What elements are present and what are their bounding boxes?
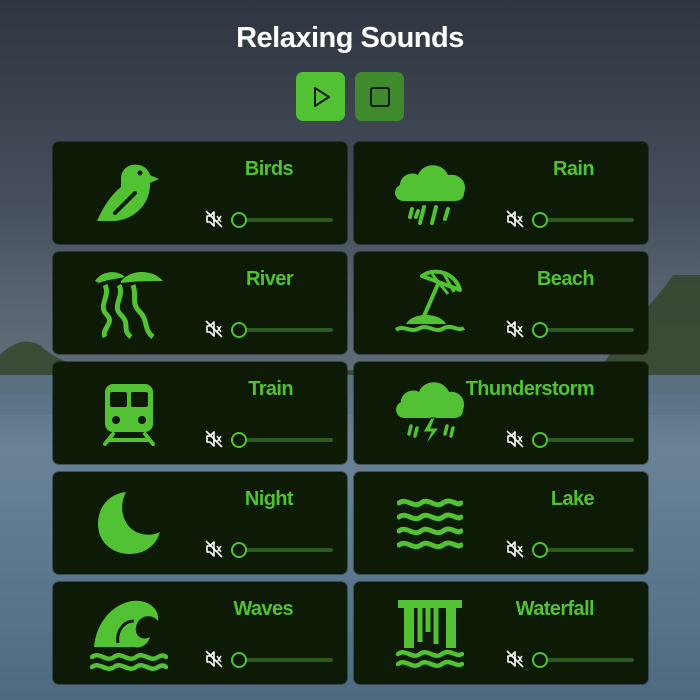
muted-speaker-icon[interactable] [205, 430, 223, 448]
volume-slider[interactable] [231, 322, 333, 338]
waterfall-icon [390, 596, 470, 670]
ocean-wave-icon [89, 596, 169, 671]
sound-card-thunderstorm[interactable]: Thunderstorm [354, 362, 648, 464]
sound-label: Train [248, 378, 293, 400]
volume-slider[interactable] [231, 432, 333, 448]
beach-umbrella-icon [390, 266, 470, 340]
muted-speaker-icon[interactable] [506, 320, 524, 338]
moon-icon [89, 486, 169, 560]
sound-grid: Birds Rain River Beach Train Thunderstor… [53, 142, 648, 684]
volume-slider-track [538, 218, 634, 222]
volume-slider-track [538, 328, 634, 332]
rain-cloud-icon [390, 156, 470, 230]
sound-card-train[interactable]: Train [53, 362, 347, 464]
page-title: Relaxing Sounds [236, 22, 464, 54]
volume-slider-track [538, 548, 634, 552]
lake-waves-icon [390, 486, 470, 560]
sound-card-rain[interactable]: Rain [354, 142, 648, 244]
volume-slider-track [237, 658, 333, 662]
thunderstorm-icon [390, 376, 470, 450]
volume-slider[interactable] [532, 432, 634, 448]
sound-card-lake[interactable]: Lake [354, 472, 648, 574]
muted-speaker-icon[interactable] [205, 320, 223, 338]
bird-icon [89, 156, 169, 230]
muted-speaker-icon[interactable] [205, 540, 223, 558]
sound-label: Waves [233, 598, 293, 620]
volume-slider-track [538, 658, 634, 662]
volume-slider-track [538, 438, 634, 442]
volume-slider[interactable] [231, 542, 333, 558]
muted-speaker-icon[interactable] [506, 650, 524, 668]
sound-card-beach[interactable]: Beach [354, 252, 648, 354]
sound-label: Waterfall [515, 598, 595, 620]
volume-slider-track [237, 438, 333, 442]
volume-slider[interactable] [532, 542, 634, 558]
volume-slider-track [237, 218, 333, 222]
volume-slider-thumb[interactable] [231, 652, 247, 668]
muted-speaker-icon[interactable] [506, 540, 524, 558]
sound-label: River [245, 268, 294, 290]
sound-label: Thunderstorm [465, 378, 595, 400]
sound-label: Night [244, 488, 294, 510]
volume-slider-track [237, 548, 333, 552]
volume-slider[interactable] [231, 652, 333, 668]
volume-slider-thumb[interactable] [231, 542, 247, 558]
muted-speaker-icon[interactable] [205, 650, 223, 668]
muted-speaker-icon[interactable] [506, 210, 524, 228]
sound-label: Birds [244, 158, 294, 180]
volume-slider-thumb[interactable] [532, 432, 548, 448]
volume-slider[interactable] [532, 652, 634, 668]
sound-card-birds[interactable]: Birds [53, 142, 347, 244]
muted-speaker-icon[interactable] [205, 210, 223, 228]
play-button[interactable] [296, 72, 345, 121]
river-icon [89, 266, 169, 340]
sound-card-river[interactable]: River [53, 252, 347, 354]
play-icon [313, 86, 330, 107]
volume-slider-thumb[interactable] [532, 212, 548, 228]
volume-slider-thumb[interactable] [532, 542, 548, 558]
sound-label: Rain [553, 158, 595, 180]
volume-slider-thumb[interactable] [231, 322, 247, 338]
volume-slider-thumb[interactable] [532, 322, 548, 338]
sound-label: Beach [536, 268, 595, 290]
playback-controls [296, 72, 404, 121]
volume-slider-thumb[interactable] [231, 432, 247, 448]
stop-button[interactable] [355, 72, 404, 121]
sound-card-waterfall[interactable]: Waterfall [354, 582, 648, 684]
volume-slider-thumb[interactable] [532, 652, 548, 668]
sound-label: Lake [550, 488, 595, 510]
volume-slider[interactable] [532, 212, 634, 228]
volume-slider[interactable] [231, 212, 333, 228]
header: Relaxing Sounds [0, 22, 700, 55]
volume-slider-thumb[interactable] [231, 212, 247, 228]
muted-speaker-icon[interactable] [506, 430, 524, 448]
volume-slider-track [237, 328, 333, 332]
volume-slider[interactable] [532, 322, 634, 338]
train-icon [89, 376, 169, 450]
sound-card-waves[interactable]: Waves [53, 582, 347, 684]
stop-icon [369, 86, 390, 107]
sound-card-night[interactable]: Night [53, 472, 347, 574]
